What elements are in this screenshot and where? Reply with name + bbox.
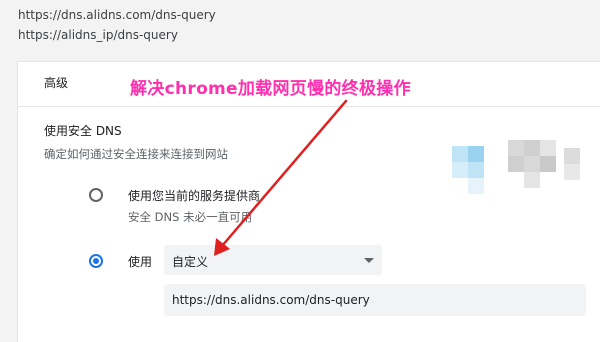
arrow-shaft <box>220 99 348 248</box>
annotation-text: 解决chrome加载网页慢的终极操作 <box>130 79 411 99</box>
annotation-arrow <box>214 99 348 256</box>
